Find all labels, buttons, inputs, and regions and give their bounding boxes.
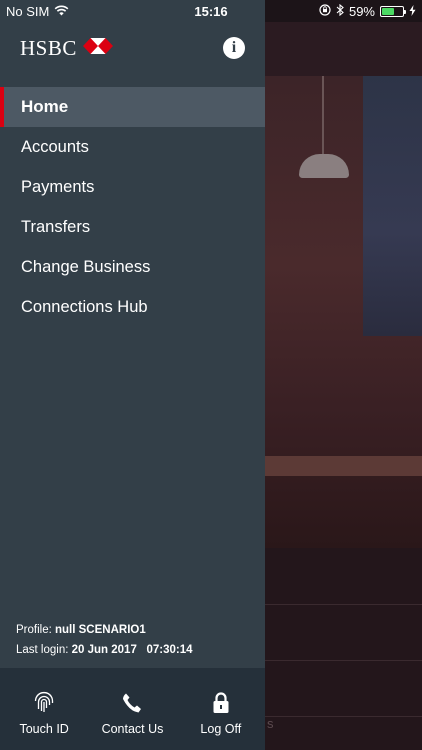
last-login-label: Last login:: [16, 644, 69, 656]
background-content: s: [265, 22, 422, 750]
status-bar: No SIM 15:16 59%: [0, 0, 422, 22]
background-header: [265, 22, 422, 76]
hsbc-hexagon-logo-icon: [82, 37, 113, 59]
nav-item-label: Transfers: [21, 217, 91, 236]
wifi-icon: [54, 4, 69, 19]
carrier-label: No SIM: [6, 3, 50, 19]
background-window: [363, 76, 422, 336]
logo-text: HSBC: [20, 35, 77, 60]
orientation-lock-icon: [319, 3, 331, 19]
nav-item-home[interactable]: Home: [0, 87, 265, 127]
drawer-header: HSBC i: [0, 22, 265, 74]
last-login-line: Last login: 20 Jun 2017 07:30:14: [16, 640, 193, 660]
profile-value: null SCENARIO1: [55, 624, 146, 636]
last-login-date: 20 Jun 2017: [71, 644, 137, 656]
contact-us-label: Contact Us: [101, 722, 164, 736]
log-off-label: Log Off: [200, 722, 242, 736]
info-icon[interactable]: i: [223, 37, 245, 59]
lock-icon: [212, 692, 230, 714]
profile-label: Profile:: [16, 624, 52, 636]
nav-item-payments[interactable]: Payments: [0, 167, 265, 207]
background-lamp: [299, 154, 349, 178]
status-right: 59%: [319, 3, 416, 19]
nav-item-connections-hub[interactable]: Connections Hub: [0, 287, 265, 327]
background-counter: [265, 456, 422, 476]
nav-menu: Home Accounts Payments Transfers Change …: [0, 87, 265, 327]
background-divider: [265, 660, 422, 661]
background-partial-label: s: [267, 716, 274, 731]
drawer-bottom-bar: Touch ID Contact Us Log Off: [0, 668, 265, 750]
battery-percent: 59%: [348, 3, 375, 19]
hsbc-logo: HSBC: [20, 36, 113, 61]
nav-item-change-business[interactable]: Change Business: [0, 247, 265, 287]
charging-bolt-icon: [409, 4, 416, 19]
navigation-drawer: HSBC i Home Accounts Payments Transfers …: [0, 0, 265, 750]
nav-item-transfers[interactable]: Transfers: [0, 207, 265, 247]
battery-icon: [380, 5, 406, 17]
nav-item-label: Home: [21, 97, 69, 116]
nav-item-label: Payments: [21, 177, 95, 196]
nav-item-label: Change Business: [21, 257, 151, 276]
last-login-time: 07:30:14: [146, 644, 193, 656]
contact-us-button[interactable]: Contact Us: [88, 668, 176, 750]
touch-id-button[interactable]: Touch ID: [0, 668, 88, 750]
nav-item-label: Connections Hub: [21, 297, 148, 316]
background-divider: [265, 604, 422, 605]
status-left: No SIM: [6, 4, 69, 19]
battery-level: [382, 7, 394, 15]
log-off-button[interactable]: Log Off: [177, 668, 265, 750]
profile-info: Profile: null SCENARIO1 Last login: 20 J…: [16, 620, 193, 660]
background-photo: [265, 76, 422, 548]
nav-item-label: Accounts: [21, 137, 89, 156]
background-lamp-cord: [322, 76, 324, 156]
touch-id-label: Touch ID: [19, 722, 69, 736]
fingerprint-icon: [32, 690, 56, 714]
profile-line: Profile: null SCENARIO1: [16, 620, 193, 640]
bluetooth-icon: [336, 3, 344, 19]
nav-item-accounts[interactable]: Accounts: [0, 127, 265, 167]
phone-icon: [121, 692, 143, 714]
